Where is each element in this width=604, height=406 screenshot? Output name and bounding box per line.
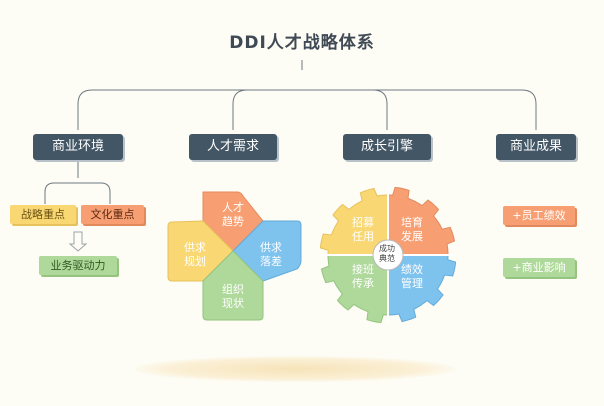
split-line: [44, 182, 111, 204]
branch-line: [77, 89, 537, 130]
tag-employee-performance: +员工绩效: [503, 206, 575, 225]
gear-bottom-left-label: 接班 传承: [352, 263, 374, 290]
tag-strategic-focus: 战略重点: [10, 205, 76, 224]
gear-bottom-right-label: 绩效 管理: [401, 263, 423, 290]
connector-lines: [44, 60, 537, 324]
down-arrow-icon: [68, 231, 88, 252]
tag-cultural-focus: 文化重点: [81, 205, 144, 224]
gear-top-left-label: 招募 任用: [352, 216, 374, 243]
header-growth-engine: 成长引擎: [343, 134, 431, 160]
branch-line: [232, 89, 388, 130]
tag-business-impact: +商业影响: [503, 258, 575, 277]
diagram-title: DDI人才战略体系: [229, 33, 375, 53]
quadrant-bottom-label: 组织 现状: [222, 283, 244, 310]
quadrant-left-label: 供求 规划: [184, 241, 206, 268]
header-business-results: 商业成果: [496, 134, 576, 160]
gear-top-right-label: 培育 发展: [401, 216, 423, 243]
header-talent-demand: 人才需求: [189, 134, 277, 160]
header-business-environment: 商业环境: [33, 134, 123, 160]
quadrant-right-label: 供求 落差: [260, 241, 282, 268]
tag-business-drivers: 业务驱动力: [39, 256, 117, 275]
gear-center-label: 成功 典范: [379, 244, 395, 263]
diagram-canvas: DDI人才战略体系 商业环境 人才需求 成长引擎 商业成果 战略重点 文化重点 …: [0, 0, 604, 406]
ground-shadow: [135, 356, 455, 382]
quadrant-top-label: 人才 趋势: [222, 201, 244, 228]
